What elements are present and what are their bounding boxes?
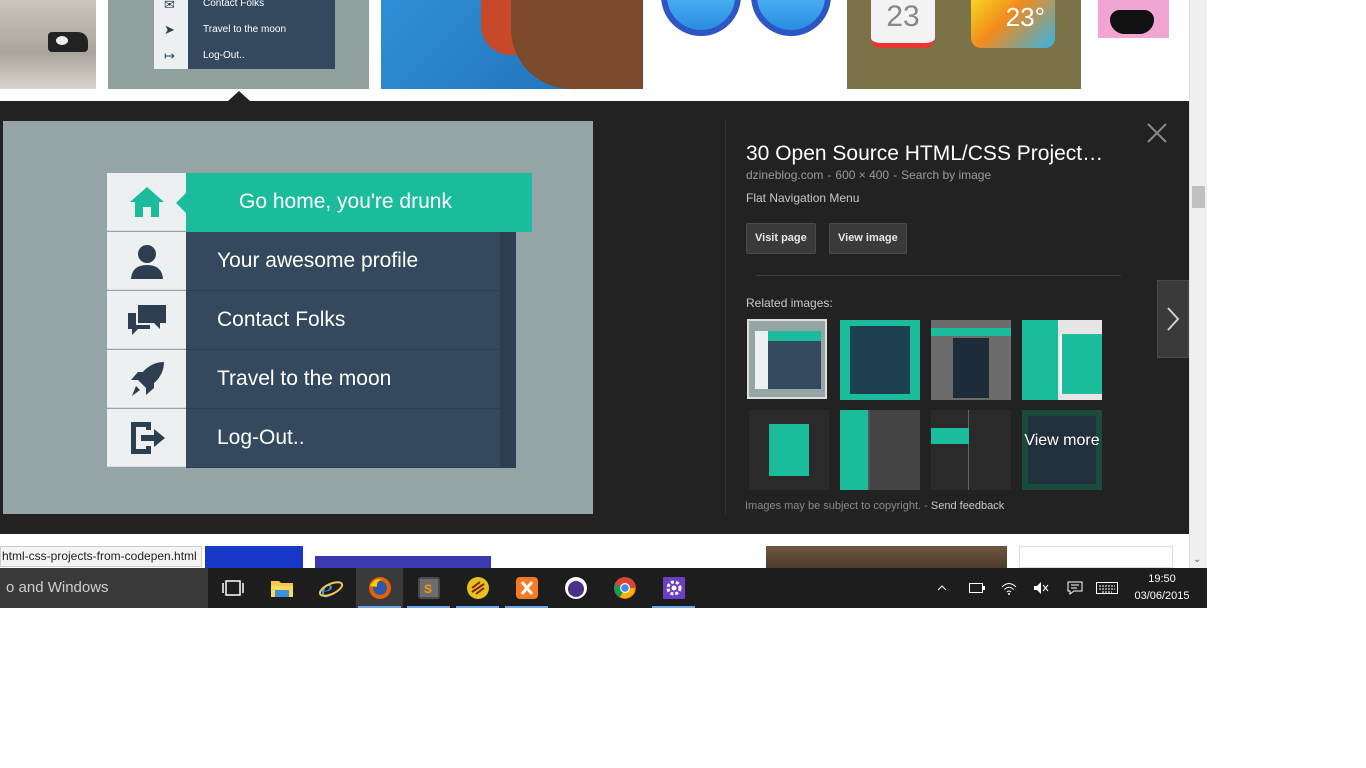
mini-menu-item: Contact Folks (203, 0, 265, 9)
taskbar-clock[interactable]: 19:50 03/06/2015 (1126, 571, 1198, 605)
sublime-text-icon[interactable]: S (405, 568, 452, 608)
file-explorer-icon[interactable] (258, 568, 305, 608)
preview-image[interactable]: Go home, you're drunk Your awesome profi… (3, 121, 593, 514)
result-thumbnail[interactable] (1019, 546, 1173, 568)
view-more-related-button[interactable]: View more (1022, 410, 1102, 490)
xampp-icon[interactable] (503, 568, 550, 608)
vertical-scrollbar[interactable]: ⌄ (1189, 0, 1207, 568)
show-hidden-icons-chevron-up-icon[interactable] (934, 568, 950, 608)
related-image-thumb[interactable] (931, 320, 1011, 400)
chevron-down-icon[interactable]: ⌄ (1193, 554, 1201, 565)
related-images-label: Related images: (746, 296, 833, 310)
volume-muted-icon[interactable] (1030, 568, 1052, 608)
panel-divider (725, 121, 726, 514)
related-image-thumb[interactable] (1022, 320, 1102, 400)
selected-caret (228, 91, 250, 101)
result-thumbnail[interactable] (205, 546, 303, 568)
firefox-icon[interactable] (356, 568, 403, 608)
windows-taskbar: o and Windows e S 19:50 03/06/2015 (0, 568, 1207, 608)
divider (756, 275, 1121, 276)
result-thumbnail[interactable] (766, 546, 1007, 568)
browser-viewport: ✉ Contact Folks ➤ Travel to the moon ↦ L… (0, 0, 1207, 608)
result-thumbnail-pink[interactable] (1098, 0, 1169, 38)
wifi-icon[interactable] (998, 568, 1020, 608)
menu-item-label: Your awesome profile (186, 232, 516, 291)
copyright-notice: Images may be subject to copyright. - Se… (745, 500, 1005, 512)
preview-description: Flat Navigation Menu (746, 191, 860, 205)
calendar-icon-thumb: 23 (871, 0, 935, 48)
search-by-image-link[interactable]: Search by image (901, 168, 991, 182)
view-more-label: View more (1024, 432, 1100, 449)
keyboard-icon[interactable] (1094, 568, 1120, 608)
menu-item-profile: Your awesome profile (107, 232, 516, 291)
send-feedback-link[interactable]: Send feedback (931, 500, 1004, 512)
close-icon[interactable] (1145, 121, 1169, 145)
related-image-thumb[interactable] (931, 410, 1011, 490)
related-image-thumb[interactable] (747, 319, 827, 399)
result-thumbnail-watch[interactable] (381, 0, 643, 89)
menu-item-logout: Log-Out.. (107, 409, 516, 468)
home-icon (107, 173, 186, 231)
logout-icon (107, 409, 186, 467)
chrome-icon[interactable] (601, 568, 648, 608)
image-results-row-top: ✉ Contact Folks ➤ Travel to the moon ↦ L… (0, 0, 1189, 101)
result-thumbnail-ios-icons[interactable]: 23 23° (847, 0, 1081, 89)
flat-navigation-menu: Go home, you're drunk Your awesome profi… (107, 173, 532, 468)
cortana-search-box[interactable]: o and Windows (0, 568, 208, 608)
status-url-tooltip: html-css-projects-from-codepen.html (0, 546, 202, 567)
next-image-button[interactable] (1157, 280, 1189, 358)
svg-text:S: S (424, 582, 432, 596)
mini-menu-item: Log-Out.. (203, 50, 245, 61)
visit-page-button[interactable]: Visit page (746, 223, 816, 254)
result-thumbnail-flat-menu[interactable]: ✉ Contact Folks ➤ Travel to the moon ↦ L… (108, 0, 369, 89)
menu-item-travel: Travel to the moon (107, 350, 516, 409)
result-thumbnail[interactable] (315, 556, 491, 568)
rocket-icon (107, 350, 186, 408)
view-image-button[interactable]: View image (829, 223, 907, 254)
image-dimensions: 600 × 400 (835, 168, 890, 182)
related-image-thumb[interactable] (749, 410, 829, 490)
menu-item-home: Go home, you're drunk (107, 173, 532, 232)
settings-gear-icon[interactable] (650, 568, 697, 608)
internet-explorer-icon[interactable]: e (307, 568, 354, 608)
related-image-thumb[interactable] (840, 320, 920, 400)
image-preview-panel: Go home, you're drunk Your awesome profi… (0, 101, 1189, 534)
menu-item-contact: Contact Folks (107, 291, 516, 350)
clock-date: 03/06/2015 (1134, 590, 1190, 602)
menu-item-label: Log-Out.. (186, 409, 516, 468)
source-domain[interactable]: dzineblog.com (746, 168, 823, 182)
mini-menu-item: Travel to the moon (203, 24, 287, 35)
related-image-thumb[interactable] (840, 410, 920, 490)
scrollbar-thumb[interactable] (1192, 186, 1205, 208)
clock-time: 19:50 (1148, 573, 1176, 585)
user-icon (107, 232, 186, 290)
chat-icon (107, 291, 186, 349)
menu-item-label: Go home, you're drunk (176, 173, 532, 232)
battery-icon[interactable] (966, 568, 988, 608)
menu-item-label: Travel to the moon (186, 350, 516, 409)
filezilla-icon[interactable] (454, 568, 501, 608)
app-cat-icon[interactable] (552, 568, 599, 608)
chevron-right-icon (1167, 307, 1180, 331)
preview-title[interactable]: 30 Open Source HTML/CSS Project… (746, 142, 1126, 166)
action-center-icon[interactable] (1064, 568, 1086, 608)
preview-meta: dzineblog.com -600 × 400- Search by image (746, 168, 992, 182)
task-view-icon[interactable] (209, 568, 256, 608)
menu-item-label: Contact Folks (186, 291, 516, 350)
weather-icon-thumb: 23° (971, 0, 1055, 48)
result-thumbnail-glasses[interactable] (655, 0, 835, 89)
result-thumbnail-cows[interactable] (0, 0, 96, 89)
